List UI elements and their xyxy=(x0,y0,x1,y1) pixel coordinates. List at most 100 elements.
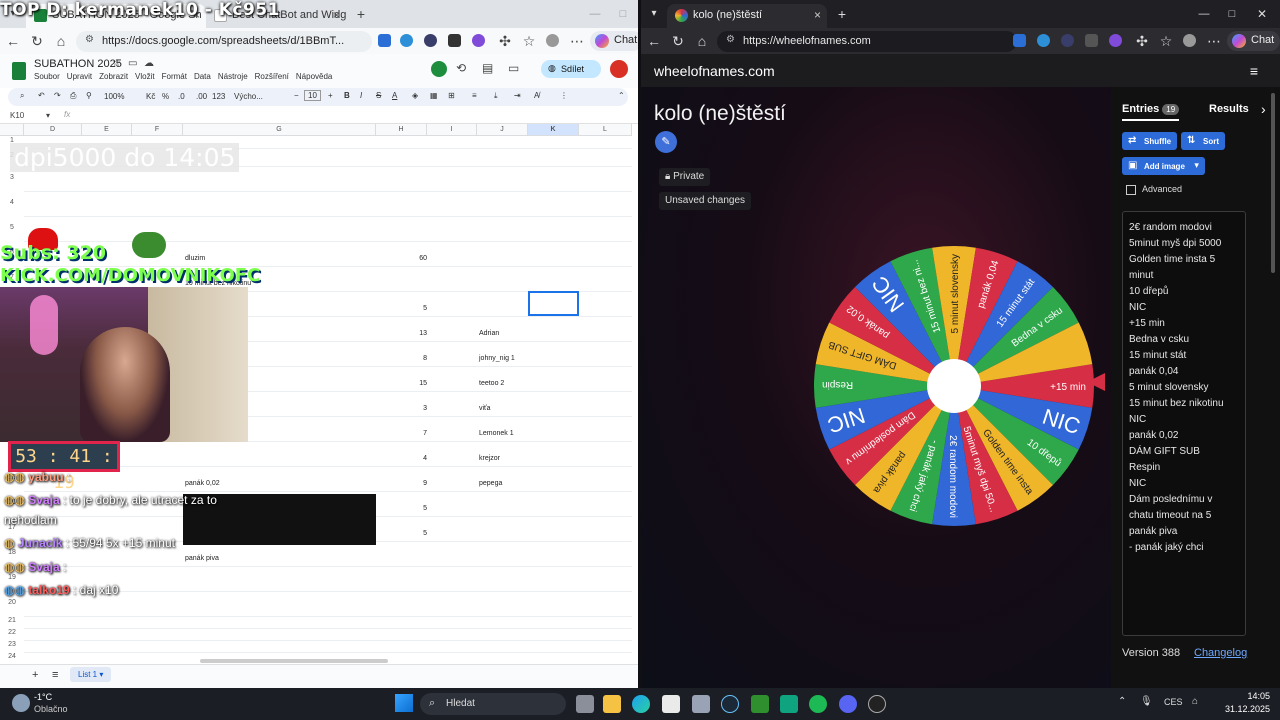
menu-data[interactable]: Data xyxy=(194,72,211,81)
vertical-scrollbar[interactable] xyxy=(1271,93,1275,273)
all-sheets-icon[interactable]: ≡ xyxy=(52,669,58,681)
decrease-font-icon[interactable]: − xyxy=(294,91,299,100)
sheet-cell[interactable]: panák 0,02 xyxy=(185,480,220,487)
rotate-icon[interactable]: A̸ xyxy=(534,91,539,100)
sheet-cell[interactable]: 5 xyxy=(378,305,427,312)
merge-icon[interactable]: ⊞ xyxy=(448,91,455,100)
copilot-chat-button[interactable]: Chat xyxy=(590,31,638,51)
app-icon[interactable] xyxy=(751,695,769,713)
decrease-decimal-button[interactable]: .0 xyxy=(178,92,185,101)
row-header[interactable]: 5 xyxy=(0,224,24,231)
column-header-l[interactable]: L xyxy=(579,124,632,136)
start-windows-icon[interactable] xyxy=(395,694,413,712)
sheet-cell[interactable]: 9 xyxy=(378,480,427,487)
edit-title-button[interactable]: ✎ xyxy=(655,131,677,153)
edge-icon[interactable] xyxy=(632,695,650,713)
font-size-input[interactable]: 10 xyxy=(304,90,321,101)
tab-entries[interactable]: Entries 19 xyxy=(1122,103,1180,121)
task-view-icon[interactable] xyxy=(576,695,594,713)
extension-icon[interactable] xyxy=(1037,34,1050,47)
wheel-of-names[interactable]: +15 minNIC10 dřepůGolden time insta5minu… xyxy=(804,236,1104,536)
sheet-cell[interactable]: krejzor xyxy=(479,455,500,462)
site-info-icon[interactable]: ⚙ xyxy=(726,34,735,45)
address-bar[interactable]: ⚙ https://docs.google.com/spreadsheets/d… xyxy=(76,31,372,52)
redo-icon[interactable]: ↷ xyxy=(54,91,61,100)
maximize-icon[interactable]: □ xyxy=(1223,5,1241,23)
home-icon[interactable]: ⌂ xyxy=(693,32,711,50)
sheet-cell[interactable]: 8 xyxy=(378,355,427,362)
favorites-icon[interactable]: ☆ xyxy=(520,32,538,50)
changelog-link[interactable]: Changelog xyxy=(1194,647,1247,659)
extension-icon[interactable] xyxy=(472,34,485,47)
extension-icon[interactable] xyxy=(1061,34,1074,47)
valign-icon[interactable]: ⤓ xyxy=(494,91,498,101)
taskbar-search[interactable]: ⌕ Hledat xyxy=(420,693,566,715)
new-tab-icon[interactable]: + xyxy=(833,5,851,23)
sheet-cell[interactable]: 60 xyxy=(378,255,427,262)
column-header-g[interactable]: G xyxy=(183,124,376,136)
row-header[interactable]: 22 xyxy=(0,629,24,636)
back-icon[interactable]: ← xyxy=(4,32,22,50)
menu-edit[interactable]: Upravit xyxy=(67,72,92,81)
wof-brand[interactable]: wheelofnames.com xyxy=(654,63,775,79)
sheet-cell[interactable]: 5 xyxy=(378,505,427,512)
sheet-cell[interactable]: johny_nig 1 xyxy=(479,355,515,362)
reload-icon[interactable]: ↻ xyxy=(669,32,687,50)
corner-header[interactable] xyxy=(0,124,24,136)
sheet-cell[interactable]: 15 xyxy=(378,380,427,387)
bold-icon[interactable]: B xyxy=(344,91,350,100)
row-header[interactable]: 21 xyxy=(0,617,24,624)
reload-icon[interactable]: ↻ xyxy=(28,32,46,50)
increase-font-icon[interactable]: + xyxy=(328,91,333,100)
close-tab-icon[interactable]: × xyxy=(814,8,821,22)
video-call-icon[interactable]: ▭ xyxy=(508,61,519,75)
sheet-cell[interactable]: dluzim xyxy=(185,255,205,262)
sheets-logo-icon[interactable] xyxy=(12,62,26,80)
shuffle-button[interactable]: ⇄ Shuffle xyxy=(1122,132,1178,150)
spotify-icon[interactable] xyxy=(809,695,827,713)
more-menu-icon[interactable]: ⋯ xyxy=(568,32,586,50)
sheet-cell[interactable]: viťa xyxy=(479,405,491,412)
account-avatar[interactable] xyxy=(610,60,628,78)
profile-avatar[interactable] xyxy=(1183,34,1196,47)
print-icon[interactable]: ⎙ xyxy=(70,91,76,101)
share-button[interactable]: ◍ Sdílet xyxy=(541,60,601,78)
back-icon[interactable]: ← xyxy=(645,32,663,50)
number-format-button[interactable]: 123 xyxy=(212,92,225,101)
hamburger-menu-icon[interactable]: ≡ xyxy=(1250,63,1258,79)
sheet-cell[interactable]: 13 xyxy=(378,330,427,337)
app-icon[interactable] xyxy=(868,695,886,713)
minimize-icon[interactable]: — xyxy=(1195,5,1213,23)
row-header[interactable]: 23 xyxy=(0,641,24,648)
sheet-cell[interactable]: pepega xyxy=(479,480,502,487)
store-icon[interactable] xyxy=(662,695,680,713)
extension-icon[interactable] xyxy=(1013,34,1026,47)
search-menus-icon[interactable]: ⌕ xyxy=(20,91,24,101)
column-header-h[interactable]: H xyxy=(376,124,427,136)
star-icon[interactable]: ☆ xyxy=(112,58,121,69)
paint-format-icon[interactable]: ⚲ xyxy=(86,91,92,100)
comments-icon[interactable]: ▤ xyxy=(482,61,493,75)
sort-button[interactable]: ⇅ Sort xyxy=(1181,132,1225,150)
file-explorer-icon[interactable] xyxy=(603,695,621,713)
steam-icon[interactable] xyxy=(721,695,739,713)
column-header-d[interactable]: D xyxy=(24,124,82,136)
increase-decimal-button[interactable]: .00 xyxy=(196,92,207,101)
menu-tools[interactable]: Nástroje xyxy=(218,72,248,81)
sheet-cell[interactable]: panák piva xyxy=(185,555,219,562)
borders-icon[interactable]: ▦ xyxy=(430,91,438,100)
selected-cell-k10[interactable] xyxy=(528,291,579,316)
italic-icon[interactable]: I xyxy=(360,91,362,100)
fill-color-icon[interactable]: ◈ xyxy=(412,91,418,100)
minimize-icon[interactable]: — xyxy=(586,5,604,23)
add-image-button[interactable]: ▣ Add image ▾ xyxy=(1122,157,1205,175)
clock-time[interactable]: 14:05 xyxy=(1208,691,1270,701)
sheet-cell[interactable]: 7 xyxy=(378,430,427,437)
extension-icon[interactable] xyxy=(424,34,437,47)
clock-date[interactable]: 31.12.2025 xyxy=(1208,704,1270,714)
extension-icon[interactable] xyxy=(1109,34,1122,47)
site-info-icon[interactable]: ⚙ xyxy=(85,34,94,45)
undo-icon[interactable]: ↶ xyxy=(38,91,45,100)
new-tab-icon[interactable]: + xyxy=(352,5,370,23)
zoom-select[interactable]: 100% xyxy=(104,92,124,101)
